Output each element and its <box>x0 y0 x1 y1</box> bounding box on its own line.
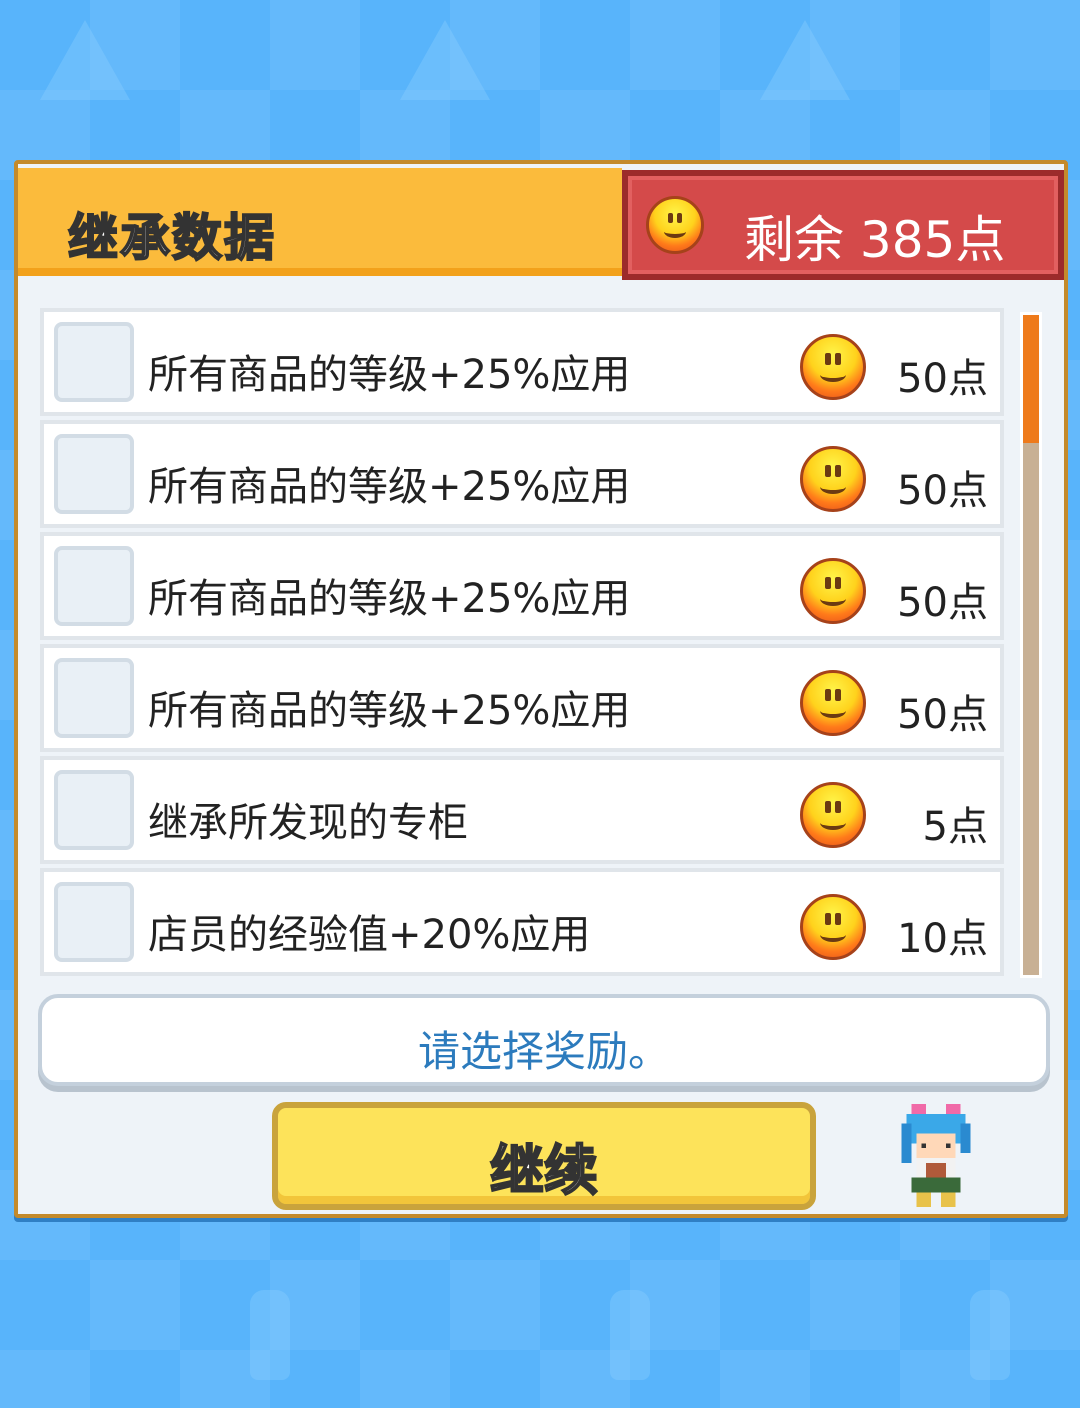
scrollbar-thumb[interactable] <box>1023 315 1039 443</box>
reward-row[interactable]: 所有商品的等级+25%应用 50点 <box>40 532 1004 640</box>
reward-row[interactable]: 所有商品的等级+25%应用 50点 <box>40 644 1004 752</box>
background-triangle-decoration <box>400 20 490 100</box>
reward-cost: 50点 <box>897 580 988 626</box>
reward-cost: 50点 <box>897 468 988 514</box>
smiley-coin-icon <box>800 670 866 736</box>
background-bottle-decoration <box>250 1290 290 1380</box>
reward-cost: 50点 <box>897 356 988 402</box>
reward-label: 店员的经验值+20%应用 <box>148 912 591 958</box>
remaining-points: 剩余 385点 <box>744 211 1006 269</box>
reward-cost: 10点 <box>897 916 988 962</box>
background-bottle-decoration <box>610 1290 650 1380</box>
remaining-points-panel: 剩余 385点 <box>622 170 1064 280</box>
reward-cost: 50点 <box>897 692 988 738</box>
smiley-coin-icon <box>800 894 866 960</box>
background-triangle-decoration <box>40 20 130 100</box>
reward-checkbox[interactable] <box>54 546 134 626</box>
reward-checkbox[interactable] <box>54 882 134 962</box>
smiley-coin-icon <box>800 446 866 512</box>
reward-cost: 5点 <box>922 804 988 850</box>
smiley-coin-icon <box>800 334 866 400</box>
reward-checkbox[interactable] <box>54 322 134 402</box>
reward-list[interactable]: 所有商品的等级+25%应用 50点 所有商品的等级+25%应用 50点 所有商品… <box>40 308 1004 984</box>
reward-label: 继承所发现的专柜 <box>148 800 468 846</box>
background-triangle-decoration <box>760 20 850 100</box>
dialog-title: 继承数据 <box>67 208 276 268</box>
reward-row[interactable]: 所有商品的等级+25%应用 50点 <box>40 420 1004 528</box>
reward-checkbox[interactable] <box>54 434 134 514</box>
background-bottle-decoration <box>970 1290 1010 1380</box>
reward-row[interactable]: 继承所发现的专柜 5点 <box>40 756 1004 864</box>
shop-clerk-character <box>901 1104 971 1208</box>
smiley-coin-icon <box>800 558 866 624</box>
reward-row[interactable]: 所有商品的等级+25%应用 50点 <box>40 308 1004 416</box>
smiley-coin-icon <box>800 782 866 848</box>
reward-label: 所有商品的等级+25%应用 <box>148 688 631 734</box>
list-scrollbar[interactable] <box>1020 312 1042 978</box>
reward-label: 所有商品的等级+25%应用 <box>148 352 631 398</box>
continue-label: 继续 <box>489 1138 599 1203</box>
reward-label: 所有商品的等级+25%应用 <box>148 576 631 622</box>
inheritance-dialog: 继承数据 剩余 385点 所有商品的等级+25%应用 50点 所有商品的等级+2… <box>14 160 1068 1218</box>
title-bar: 继承数据 <box>18 168 622 276</box>
instruction-message: 请选择奖励。 <box>417 1027 670 1076</box>
continue-button[interactable]: 继续 <box>272 1102 816 1210</box>
reward-checkbox[interactable] <box>54 658 134 738</box>
reward-label: 所有商品的等级+25%应用 <box>148 464 631 510</box>
message-box: 请选择奖励。 <box>38 994 1050 1086</box>
smiley-coin-icon <box>646 196 704 254</box>
dialog-header: 继承数据 剩余 385点 <box>18 164 1064 282</box>
reward-row[interactable]: 店员的经验值+20%应用 10点 <box>40 868 1004 976</box>
reward-checkbox[interactable] <box>54 770 134 850</box>
